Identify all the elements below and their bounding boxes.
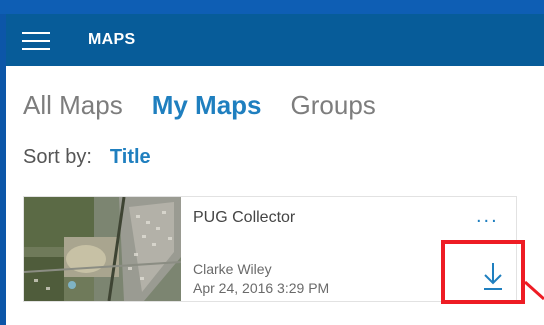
app-window: MAPS All Maps My Maps Groups Sort by: Ti… — [6, 14, 544, 325]
annotation-pointer — [523, 280, 544, 301]
window-top-strip — [0, 0, 544, 14]
